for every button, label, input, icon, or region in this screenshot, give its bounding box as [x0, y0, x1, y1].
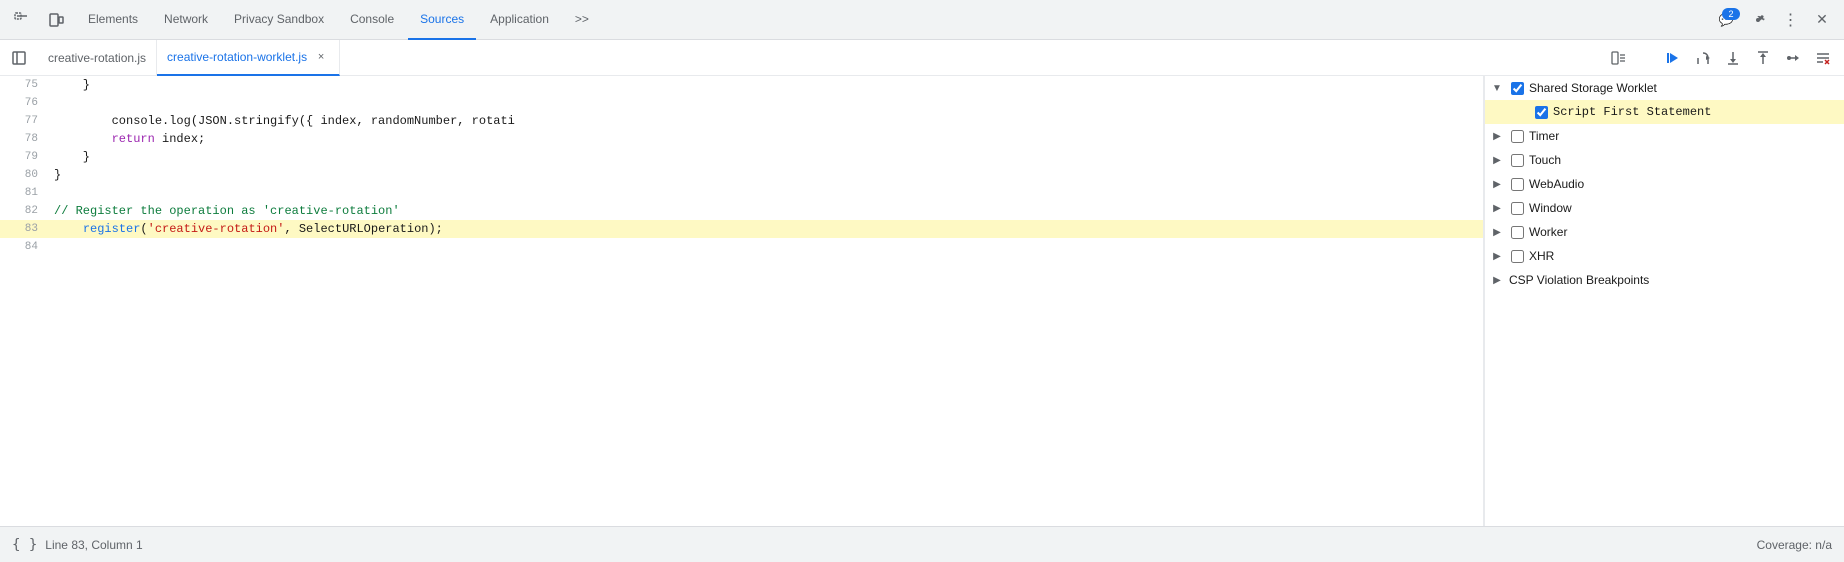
code-line-81: 81 [0, 184, 1483, 202]
settings-icon[interactable] [1744, 6, 1772, 34]
expand-arrow-xhr[interactable]: ▶ [1489, 251, 1505, 262]
script-first-statement-item[interactable]: Script First Statement [1485, 100, 1844, 124]
code-line-75: 75 } [0, 76, 1483, 94]
status-right: Coverage: n/a [1757, 538, 1832, 552]
shared-storage-checkbox-wrap[interactable] [1509, 82, 1525, 95]
script-first-checkbox-wrap[interactable] [1533, 106, 1549, 119]
code-line-80: 80 } [0, 166, 1483, 184]
touch-label: Touch [1529, 153, 1561, 167]
main-area: 75 } 76 77 console.log(JSON.stringify({ … [0, 76, 1844, 526]
code-line-82: 82 // Register the operation as 'creativ… [0, 202, 1483, 220]
expand-arrow-window[interactable]: ▶ [1489, 203, 1505, 214]
webaudio-item[interactable]: ▶ WebAudio [1485, 172, 1844, 196]
webaudio-checkbox-wrap[interactable] [1509, 178, 1525, 191]
more-icon[interactable]: ⋮ [1776, 6, 1804, 34]
expand-arrow-shared-storage[interactable]: ▼ [1489, 83, 1505, 94]
timer-item[interactable]: ▶ Timer [1485, 124, 1844, 148]
csp-label: CSP Violation Breakpoints [1509, 273, 1649, 287]
toolbar-right: 💬 2 ⋮ ✕ [1712, 6, 1836, 34]
status-position: Line 83, Column 1 [45, 538, 142, 552]
expand-arrow-touch[interactable]: ▶ [1489, 155, 1505, 166]
xhr-item[interactable]: ▶ XHR [1485, 244, 1844, 268]
file-tab-creative-rotation[interactable]: creative-rotation.js [38, 40, 157, 76]
xhr-label: XHR [1529, 249, 1554, 263]
file-tab-worklet[interactable]: creative-rotation-worklet.js × [157, 40, 340, 76]
deactivate-btn[interactable] [1810, 45, 1836, 71]
resume-btn[interactable] [1660, 45, 1686, 71]
shared-storage-label: Shared Storage Worklet [1529, 81, 1657, 95]
close-icon[interactable]: ✕ [1808, 6, 1836, 34]
webaudio-checkbox[interactable] [1511, 178, 1524, 191]
timer-checkbox-wrap[interactable] [1509, 130, 1525, 143]
expand-arrow-worker[interactable]: ▶ [1489, 227, 1505, 238]
code-line-76: 76 [0, 94, 1483, 112]
breakpoints-section: ▼ Shared Storage Worklet Script First St… [1485, 76, 1844, 292]
sidebar-toggle-btn[interactable] [4, 43, 34, 73]
code-line-83: 83 register('creative-rotation', SelectU… [0, 220, 1483, 238]
step-btn[interactable] [1780, 45, 1806, 71]
coverage-label: Coverage: n/a [1757, 538, 1832, 552]
timer-checkbox[interactable] [1511, 130, 1524, 143]
devtools-tab-bar: Elements Network Privacy Sandbox Console… [0, 0, 1844, 40]
webaudio-label: WebAudio [1529, 177, 1584, 191]
xhr-checkbox-wrap[interactable] [1509, 250, 1525, 263]
worker-checkbox[interactable] [1511, 226, 1524, 239]
csp-section-header[interactable]: ▶ CSP Violation Breakpoints [1485, 268, 1844, 292]
tab-console[interactable]: Console [338, 0, 406, 40]
touch-checkbox-wrap[interactable] [1509, 154, 1525, 167]
code-line-84: 84 [0, 238, 1483, 256]
code-line-79: 79 } [0, 148, 1483, 166]
timer-label: Timer [1529, 129, 1559, 143]
worker-checkbox-wrap[interactable] [1509, 226, 1525, 239]
status-left: { } Line 83, Column 1 [12, 537, 143, 553]
step-out-btn[interactable] [1750, 45, 1776, 71]
file-tab-close-btn[interactable]: × [313, 49, 329, 65]
device-icon[interactable] [42, 6, 70, 34]
expand-arrow-timer[interactable]: ▶ [1489, 131, 1505, 142]
debug-toolbar [1606, 45, 1844, 71]
status-bar: { } Line 83, Column 1 Coverage: n/a [0, 526, 1844, 562]
touch-checkbox[interactable] [1511, 154, 1524, 167]
right-panel: ▼ Shared Storage Worklet Script First St… [1484, 76, 1844, 526]
tab-privacy-sandbox[interactable]: Privacy Sandbox [222, 0, 336, 40]
code-line-77: 77 console.log(JSON.stringify({ index, r… [0, 112, 1483, 130]
worker-label: Worker [1529, 225, 1567, 239]
tab-application[interactable]: Application [478, 0, 561, 40]
window-checkbox-wrap[interactable] [1509, 202, 1525, 215]
script-first-statement-checkbox[interactable] [1535, 106, 1548, 119]
curly-braces-icon: { } [12, 537, 37, 553]
window-checkbox[interactable] [1511, 202, 1524, 215]
shared-storage-worklet-item[interactable]: ▼ Shared Storage Worklet [1485, 76, 1844, 100]
tab-network[interactable]: Network [152, 0, 220, 40]
script-first-statement-label: Script First Statement [1553, 105, 1711, 119]
window-item[interactable]: ▶ Window [1485, 196, 1844, 220]
chat-icon[interactable]: 💬 2 [1712, 6, 1740, 34]
tab-elements[interactable]: Elements [76, 0, 150, 40]
xhr-checkbox[interactable] [1511, 250, 1524, 263]
tab-sources[interactable]: Sources [408, 0, 476, 40]
inspect-icon[interactable] [8, 6, 36, 34]
step-into-btn[interactable] [1720, 45, 1746, 71]
expand-arrow-csp[interactable]: ▶ [1489, 275, 1505, 286]
file-tabs-row: creative-rotation.js creative-rotation-w… [0, 40, 1844, 76]
window-label: Window [1529, 201, 1572, 215]
step-over-btn[interactable] [1690, 45, 1716, 71]
show-navigator-btn[interactable] [1606, 45, 1632, 71]
shared-storage-checkbox[interactable] [1511, 82, 1524, 95]
code-line-78: 78 return index; [0, 130, 1483, 148]
touch-item[interactable]: ▶ Touch [1485, 148, 1844, 172]
tab-overflow[interactable]: >> [563, 0, 601, 40]
code-editor[interactable]: 75 } 76 77 console.log(JSON.stringify({ … [0, 76, 1484, 526]
worker-item[interactable]: ▶ Worker [1485, 220, 1844, 244]
expand-arrow-webaudio[interactable]: ▶ [1489, 179, 1505, 190]
